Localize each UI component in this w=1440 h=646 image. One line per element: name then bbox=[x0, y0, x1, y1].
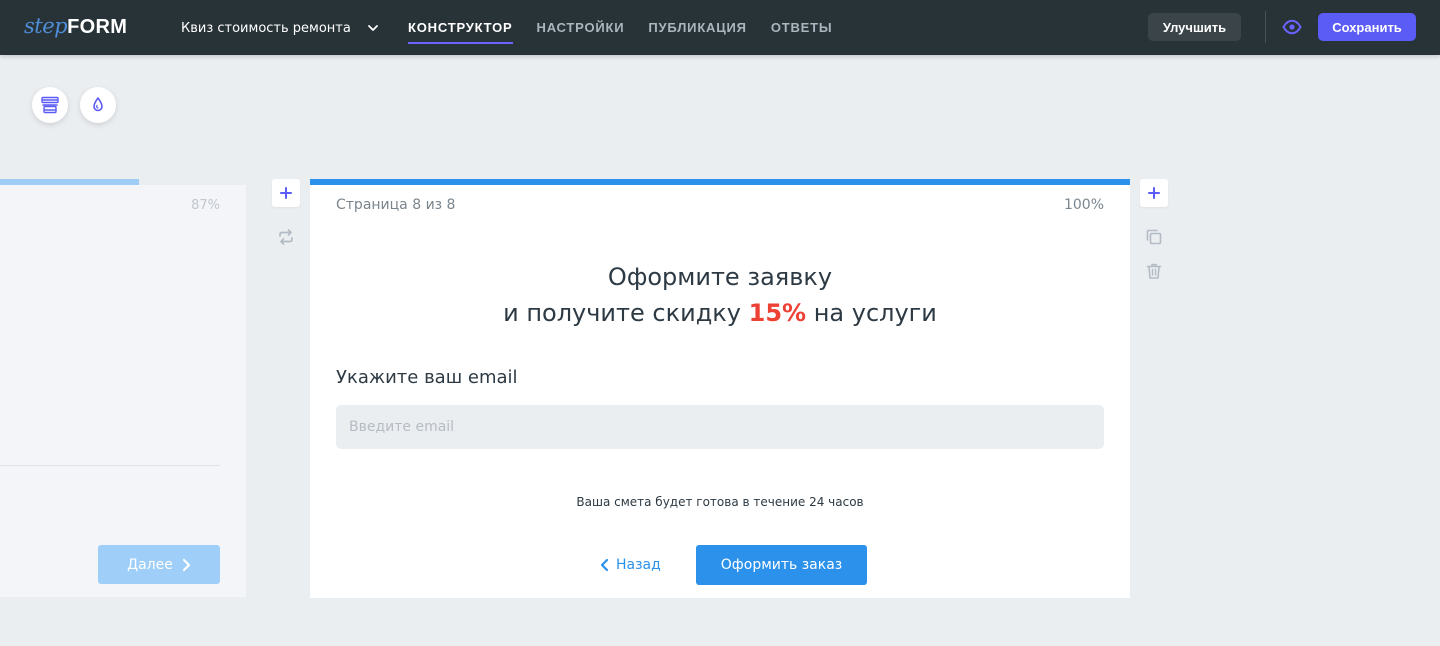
quiz-name: Квиз стоимость ремонта bbox=[181, 20, 351, 36]
preview-eye-icon[interactable] bbox=[1282, 17, 1302, 37]
repeat-icon[interactable] bbox=[276, 227, 296, 247]
add-page-before-button[interactable] bbox=[272, 179, 300, 207]
discount-highlight: 15% bbox=[748, 299, 807, 327]
copy-icon[interactable] bbox=[1144, 227, 1164, 247]
save-button[interactable]: Сохранить bbox=[1318, 13, 1416, 41]
prev-page-next-button[interactable]: Далее bbox=[98, 545, 220, 584]
upgrade-button[interactable]: Улучшить bbox=[1148, 13, 1241, 41]
color-drop-icon bbox=[93, 97, 103, 112]
trash-icon[interactable] bbox=[1144, 261, 1164, 281]
logo-form-text: FORM bbox=[67, 16, 128, 38]
plus-icon bbox=[280, 187, 292, 199]
plus-icon bbox=[1148, 187, 1160, 199]
prev-page-percent: 87% bbox=[191, 198, 220, 213]
tab-answers[interactable]: ОТВЕТЫ bbox=[771, 0, 833, 55]
chevron-right-icon bbox=[182, 558, 190, 571]
back-label: Назад bbox=[616, 557, 661, 573]
main-nav: КОНСТРУКТОР НАСТРОЙКИ ПУБЛИКАЦИЯ ОТВЕТЫ bbox=[408, 0, 832, 55]
tab-publication[interactable]: ПУБЛИКАЦИЯ bbox=[648, 0, 746, 55]
chevron-left-icon bbox=[600, 558, 609, 572]
email-field[interactable] bbox=[336, 405, 1104, 449]
top-bar: step FORM Квиз стоимость ремонта КОНСТРУК… bbox=[0, 0, 1440, 55]
layout-icon bbox=[41, 96, 59, 114]
back-button[interactable]: Назад bbox=[600, 555, 661, 575]
prev-page-card[interactable]: 87% Далее bbox=[0, 185, 246, 597]
logo-step-text: step bbox=[24, 14, 68, 38]
tab-constructor[interactable]: КОНСТРУКТОР bbox=[408, 0, 513, 55]
title-line-1: Оформите заявку bbox=[607, 263, 833, 291]
add-page-after-button[interactable] bbox=[1140, 179, 1168, 207]
page-card: Страница 8 из 8 100% Оформите заявку и п… bbox=[310, 179, 1130, 598]
layout-button[interactable] bbox=[32, 87, 68, 123]
quiz-selector[interactable]: Квиз стоимость ремонта bbox=[181, 18, 379, 38]
prev-page-divider bbox=[0, 465, 220, 466]
title-text-before: и получите скидку bbox=[503, 299, 749, 327]
theme-color-button[interactable] bbox=[80, 87, 116, 123]
page-counter: Страница 8 из 8 bbox=[336, 197, 456, 213]
next-label: Далее bbox=[127, 556, 173, 573]
title-text-after: на услуги bbox=[806, 299, 937, 327]
submit-order-button[interactable]: Оформить заказ bbox=[696, 545, 867, 585]
stepform-logo[interactable]: step FORM bbox=[24, 14, 127, 42]
chevron-down-icon bbox=[367, 25, 378, 31]
page-title[interactable]: Оформите заявку и получите скидку 15% на… bbox=[310, 259, 1130, 331]
header-divider bbox=[1265, 11, 1266, 43]
page-progress-percent: 100% bbox=[1063, 197, 1104, 213]
title-line-2: и получите скидку 15% на услуги bbox=[310, 295, 1130, 331]
page-progress-bar bbox=[310, 179, 1130, 185]
tab-settings[interactable]: НАСТРОЙКИ bbox=[537, 0, 625, 55]
question-label[interactable]: Укажите ваш email bbox=[336, 367, 518, 388]
estimate-note[interactable]: Ваша смета будет готова в течение 24 час… bbox=[310, 495, 1130, 509]
